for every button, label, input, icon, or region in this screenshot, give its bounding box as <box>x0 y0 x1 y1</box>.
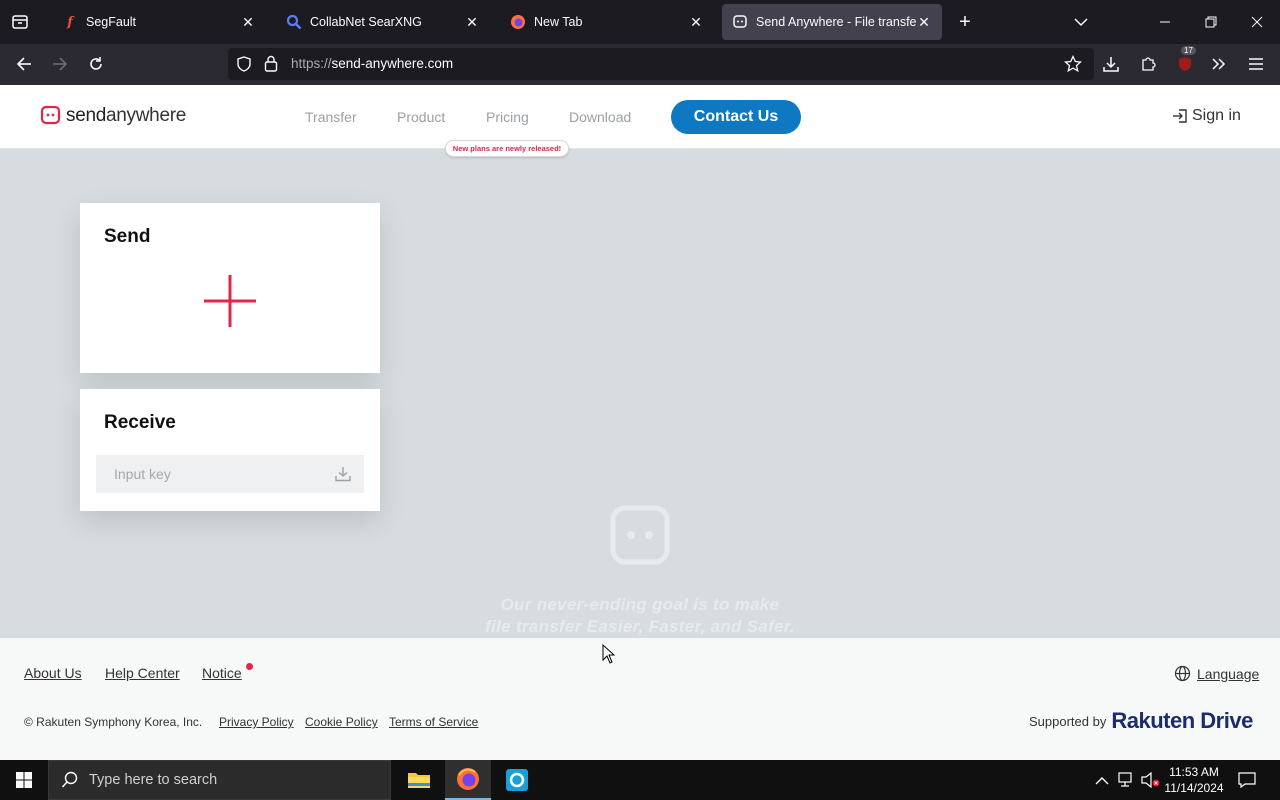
volume-muted-icon[interactable] <box>1141 771 1161 793</box>
drive-wordmark: Drive <box>1200 708 1253 733</box>
footer-help-center-link[interactable]: Help Center <box>105 665 180 681</box>
receive-card: Receive <box>80 389 380 511</box>
close-tab-icon[interactable]: ✕ <box>916 14 932 31</box>
clock-date: 11/14/2024 <box>1164 781 1224 795</box>
tagline-line-2: file transfer Easier, Faster, and Safer. <box>485 617 795 636</box>
mouse-cursor-icon <box>602 643 616 669</box>
tab-title: CollabNet SearXNG <box>310 15 422 29</box>
network-icon[interactable] <box>1118 772 1136 793</box>
nav-download[interactable]: Download <box>569 109 631 125</box>
close-tab-icon[interactable]: ✕ <box>688 14 704 31</box>
add-files-plus-icon[interactable] <box>204 275 256 327</box>
receive-card-title: Receive <box>104 412 176 433</box>
taskbar-clock[interactable]: 11:53 AM 11/14/2024 <box>1160 764 1228 796</box>
tab-title: SegFault <box>86 15 137 29</box>
send-anywhere-logo[interactable]: send anywhere <box>40 105 186 127</box>
copyright-text: © Rakuten Symphony Korea, Inc. <box>24 715 203 729</box>
send-anywhere-watermark-icon <box>608 503 672 576</box>
supported-by: Supported by Rakuten Drive <box>1029 708 1253 734</box>
bookmark-star-icon[interactable] <box>1063 54 1083 78</box>
tab-segfault[interactable]: f SegFault ✕ <box>52 4 266 40</box>
web-page: send anywhere Transfer Product Pricing Do… <box>0 85 1280 760</box>
cookie-policy-link[interactable]: Cookie Policy <box>305 715 378 729</box>
globe-icon <box>1174 665 1191 682</box>
minimize-icon[interactable] <box>1154 10 1176 34</box>
searxng-favicon-icon <box>286 14 302 30</box>
receive-key-input[interactable] <box>96 455 364 493</box>
file-explorer-icon[interactable] <box>396 760 442 800</box>
hamburger-menu-icon[interactable] <box>1245 52 1267 76</box>
sync-app-icon[interactable] <box>494 760 540 800</box>
browser-nav-bar: https://send-anywhere.com 17 <box>0 44 1280 85</box>
sign-in-icon <box>1173 109 1187 123</box>
sign-in-link[interactable]: Sign in <box>1172 107 1241 125</box>
taskbar-search-box[interactable]: Type here to search <box>48 760 391 800</box>
extensions-puzzle-icon[interactable] <box>1137 52 1159 76</box>
tagline-line-1: Our never-ending goal is to make <box>500 595 780 614</box>
list-tabs-chevron-icon[interactable] <box>1070 10 1092 34</box>
nav-transfer[interactable]: Transfer <box>305 109 357 125</box>
address-bar[interactable]: https://send-anywhere.com <box>228 48 1094 80</box>
site-footer: About Us Help Center Notice Language © R… <box>0 638 1280 760</box>
tab-send-anywhere[interactable]: Send Anywhere - File transfer ✕ <box>722 4 942 40</box>
nav-pricing[interactable]: Pricing <box>486 109 529 125</box>
lock-icon[interactable] <box>264 55 278 77</box>
sign-in-label: Sign in <box>1192 107 1241 124</box>
close-window-icon[interactable] <box>1246 10 1268 34</box>
taskbar-search-icon <box>61 771 78 788</box>
overflow-chevrons-icon[interactable] <box>1208 52 1230 76</box>
notice-dot-badge <box>246 663 253 670</box>
new-tab-plus-icon[interactable]: + <box>954 10 976 34</box>
terms-of-service-link[interactable]: Terms of Service <box>389 715 478 729</box>
send-card-title: Send <box>104 226 151 247</box>
tab-searxng[interactable]: CollabNet SearXNG ✕ <box>276 4 490 40</box>
footer-about-us-link[interactable]: About Us <box>24 665 82 681</box>
segfault-favicon-icon: f <box>67 14 73 30</box>
url-text[interactable]: https://send-anywhere.com <box>291 56 453 71</box>
logo-text-anywhere: anywhere <box>106 105 186 126</box>
ublock-extension-icon[interactable]: 17 <box>1173 46 1197 76</box>
tagline: Our never-ending goal is to make file tr… <box>440 594 840 638</box>
firefox-favicon-icon <box>510 14 526 30</box>
extension-badge-count: 17 <box>1181 46 1196 55</box>
clock-time: 11:53 AM <box>1169 765 1219 779</box>
back-arrow-icon[interactable] <box>12 52 36 76</box>
receive-download-icon[interactable] <box>334 466 352 487</box>
forward-arrow-icon[interactable] <box>48 52 72 76</box>
notifications-icon[interactable] <box>1238 771 1256 794</box>
downloads-icon[interactable] <box>1100 52 1122 76</box>
site-header: send anywhere Transfer Product Pricing Do… <box>0 85 1280 157</box>
tracking-protection-shield-icon[interactable] <box>236 56 252 77</box>
nav-product[interactable]: Product <box>397 109 445 125</box>
close-tab-icon[interactable]: ✕ <box>464 14 480 31</box>
send-anywhere-logo-icon <box>40 105 61 125</box>
url-host: send-anywhere.com <box>331 56 454 71</box>
footer-notice-link[interactable]: Notice <box>202 665 242 681</box>
taskbar-search-placeholder: Type here to search <box>89 772 218 788</box>
windows-start-icon[interactable] <box>0 760 48 800</box>
rakuten-wordmark: Rakuten <box>1111 708 1195 733</box>
language-label: Language <box>1197 665 1260 682</box>
windows-taskbar: Type here to search 11:53 AM 11/14/2024 <box>0 760 1280 800</box>
firefox-taskbar-icon[interactable] <box>445 760 491 800</box>
send-anywhere-favicon-icon <box>732 14 748 30</box>
tab-overview-icon[interactable] <box>8 10 32 34</box>
logo-text-send: send <box>66 105 107 126</box>
supported-by-label: Supported by <box>1029 713 1107 729</box>
language-selector[interactable]: Language <box>1174 665 1259 682</box>
privacy-policy-link[interactable]: Privacy Policy <box>219 715 294 729</box>
send-card[interactable]: Send <box>80 203 380 373</box>
restore-icon[interactable] <box>1200 10 1222 34</box>
pricing-new-plans-badge: New plans are newly released! <box>445 140 569 157</box>
tab-title: New Tab <box>534 15 583 29</box>
show-hidden-icons-chevron-icon[interactable] <box>1095 773 1109 791</box>
contact-us-button[interactable]: Contact Us <box>671 100 801 134</box>
close-tab-icon[interactable]: ✕ <box>240 14 256 31</box>
reload-icon[interactable] <box>84 52 108 76</box>
rakuten-drive-logo[interactable]: Rakuten Drive <box>1111 708 1253 734</box>
tab-title: Send Anywhere - File transfer <box>756 15 916 29</box>
browser-tab-bar: f SegFault ✕ CollabNet SearXNG ✕ New Tab… <box>0 0 1280 44</box>
url-protocol: https:// <box>291 56 332 71</box>
tab-new-tab[interactable]: New Tab ✕ <box>500 4 714 40</box>
